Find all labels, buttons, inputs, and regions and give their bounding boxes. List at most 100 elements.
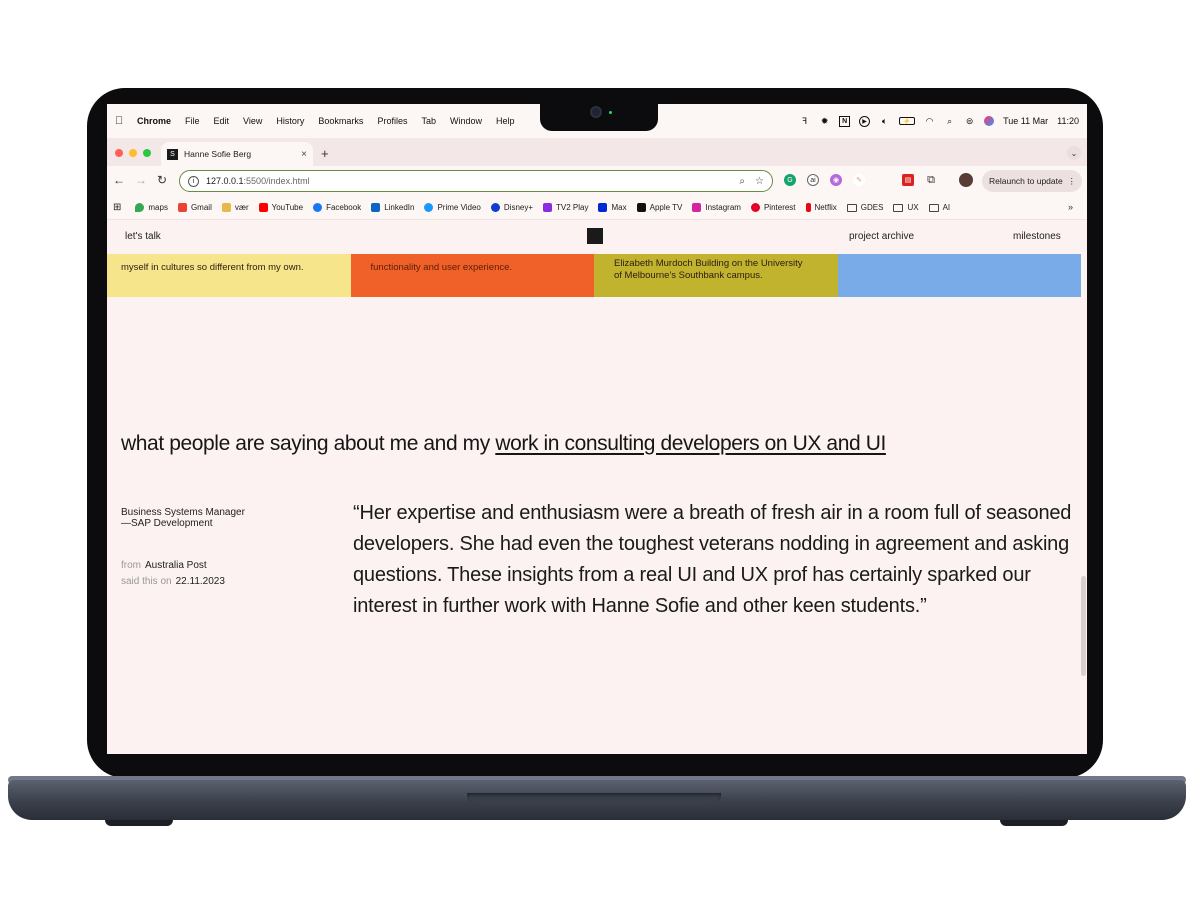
volume-icon[interactable]: 🔈︎ <box>879 116 890 127</box>
bookmark-gmail[interactable]: Gmail <box>177 203 212 212</box>
bookmark-linkedin[interactable]: LinkedIn <box>371 203 414 212</box>
pen-extension-icon[interactable]: ✎ <box>853 174 865 186</box>
more-menu-icon[interactable]: ⋮ <box>1068 176 1077 187</box>
minimize-window-button[interactable] <box>129 149 137 157</box>
project-cards-row: myself in cultures so different from my … <box>107 254 1081 297</box>
site-info-icon[interactable]: i <box>188 175 199 187</box>
menu-tab[interactable]: Tab <box>421 116 436 126</box>
bookmark-label: Pinterest <box>763 203 796 212</box>
menu-app-name[interactable]: Chrome <box>137 116 171 126</box>
project-card-yellow[interactable]: myself in cultures so different from my … <box>107 254 351 297</box>
bookmark-youtube[interactable]: YouTube <box>258 203 304 212</box>
from-value: Australia Post <box>145 560 207 571</box>
netflix-icon <box>805 203 811 212</box>
bookmark-apple-tv[interactable]: Apple TV <box>636 203 682 212</box>
figma-icon[interactable]: ꟻ <box>799 116 810 127</box>
card-text-line-2: of Melbourne's Southbank campus. <box>614 270 763 281</box>
apps-grid-icon[interactable]: ⊞ <box>113 202 121 213</box>
folder-label: AI <box>942 203 951 212</box>
tab-strip: S Hanne Sofie Berg × + ⌄ <box>107 138 1087 166</box>
menu-history[interactable]: History <box>276 116 304 126</box>
back-arrow-icon[interactable]: ← <box>113 173 125 187</box>
nav-project-archive[interactable]: project archive <box>849 231 914 242</box>
profile-avatar[interactable] <box>959 173 973 187</box>
role-line-1: Business Systems Manager <box>121 507 245 518</box>
bookmark-prime-video[interactable]: Prime Video <box>424 203 481 212</box>
zoom-window-button[interactable] <box>143 149 151 157</box>
card-text-line-1: Elizabeth Murdoch Building on the Univer… <box>614 258 803 269</box>
address-bar[interactable]: i 127.0.0.1:5500/index.html ⌕ ☆ <box>179 170 773 192</box>
zoom-icon[interactable]: ⌕ <box>739 176 745 187</box>
bookmark-folder-gdes[interactable]: GDES <box>846 203 883 212</box>
site-logo[interactable] <box>587 228 603 244</box>
bookmark-vaer[interactable]: vær <box>221 203 249 212</box>
battery-icon[interactable]: ⚡ <box>899 117 916 125</box>
pdf-extension-icon[interactable]: ▤ <box>902 174 914 186</box>
play-icon[interactable]: ▶ <box>859 115 871 127</box>
bookmark-folder-ux[interactable]: UX <box>893 203 919 212</box>
siri-icon[interactable] <box>984 116 995 126</box>
notion-icon[interactable]: N <box>839 115 851 127</box>
forward-arrow-icon[interactable]: → <box>135 173 147 187</box>
project-card-olive[interactable]: Elizabeth Murdoch Building on the Univer… <box>594 254 838 297</box>
wifi-icon[interactable]: ◠ <box>924 116 935 127</box>
tab-title: Hanne Sofie Berg <box>184 149 252 159</box>
grammarly-extension-icon[interactable]: G <box>784 174 796 186</box>
bookmark-netflix[interactable]: Netflix <box>805 203 837 212</box>
page-scrollbar[interactable] <box>1081 576 1086 676</box>
new-tab-button[interactable]: + <box>321 146 329 161</box>
project-card-orange[interactable]: functionality and user experience. <box>350 254 594 297</box>
from-label: from <box>121 560 141 571</box>
apple-tv-icon <box>636 203 646 212</box>
tab-hanne-sofie-berg[interactable]: S Hanne Sofie Berg × <box>161 142 313 166</box>
folder-icon <box>846 203 857 212</box>
bookmark-max[interactable]: Max <box>598 203 627 212</box>
reload-icon[interactable]: ↻ <box>157 173 167 187</box>
relaunch-to-update-button[interactable]: Relaunch to update ⋮ <box>982 170 1082 192</box>
bookmark-label: Instagram <box>705 203 741 212</box>
webcam-led <box>609 111 612 114</box>
instagram-icon <box>692 203 702 212</box>
blank-extension-icon[interactable] <box>876 174 888 186</box>
tab-search-chevron-icon[interactable]: ⌄ <box>1067 146 1081 160</box>
disney-icon <box>490 203 500 212</box>
nav-lets-talk[interactable]: let's talk <box>125 231 161 242</box>
menu-window[interactable]: Window <box>450 116 482 126</box>
more-bookmarks-chevron-icon[interactable]: » <box>1068 202 1073 212</box>
bookmark-instagram[interactable]: Instagram <box>692 203 741 212</box>
menu-view[interactable]: View <box>243 116 262 126</box>
bookmark-folder-ai[interactable]: AI <box>928 203 951 212</box>
menu-bookmarks[interactable]: Bookmarks <box>318 116 363 126</box>
bookmark-pinterest[interactable]: Pinterest <box>750 203 796 212</box>
menu-date[interactable]: Tue 11 Mar <box>1003 116 1048 126</box>
tv2-play-icon <box>543 203 553 212</box>
menu-profiles[interactable]: Profiles <box>377 116 407 126</box>
bookmark-tv2-play[interactable]: TV2 Play <box>543 203 588 212</box>
bookmark-star-icon[interactable]: ☆ <box>755 176 764 187</box>
gear-icon[interactable]: ✹ <box>819 116 830 127</box>
close-tab-icon[interactable]: × <box>301 149 307 160</box>
menu-help[interactable]: Help <box>496 116 515 126</box>
heading-text: what people are saying about me and my <box>121 432 496 455</box>
bookmark-label: Netflix <box>814 203 837 212</box>
close-window-button[interactable] <box>115 149 123 157</box>
bookmark-disney[interactable]: Disney+ <box>490 203 533 212</box>
apple-menu-icon[interactable]:  <box>115 115 127 127</box>
ai-extension-icon[interactable]: ai <box>807 174 819 186</box>
menu-edit[interactable]: Edit <box>214 116 230 126</box>
menu-time[interactable]: 11:20 <box>1057 116 1079 126</box>
search-icon[interactable]: ⌕ <box>944 116 955 127</box>
control-center-icon[interactable]: ⊜ <box>964 116 975 127</box>
extensions-puzzle-icon[interactable]: ⧉ <box>925 174 937 186</box>
bookmark-label: YouTube <box>271 203 304 212</box>
said-label: said this on <box>121 576 172 587</box>
relaunch-label: Relaunch to update <box>989 176 1063 186</box>
consulting-link[interactable]: work in consulting developers on UX and … <box>495 432 886 455</box>
color-extension-icon[interactable]: ◉ <box>830 174 842 186</box>
bookmark-facebook[interactable]: Facebook <box>313 203 361 212</box>
said-value: 22.11.2023 <box>175 576 225 587</box>
nav-milestones[interactable]: milestones <box>1013 231 1061 242</box>
bookmark-maps[interactable]: maps <box>135 203 168 212</box>
project-card-blue[interactable] <box>837 254 1081 297</box>
menu-file[interactable]: File <box>185 116 200 126</box>
